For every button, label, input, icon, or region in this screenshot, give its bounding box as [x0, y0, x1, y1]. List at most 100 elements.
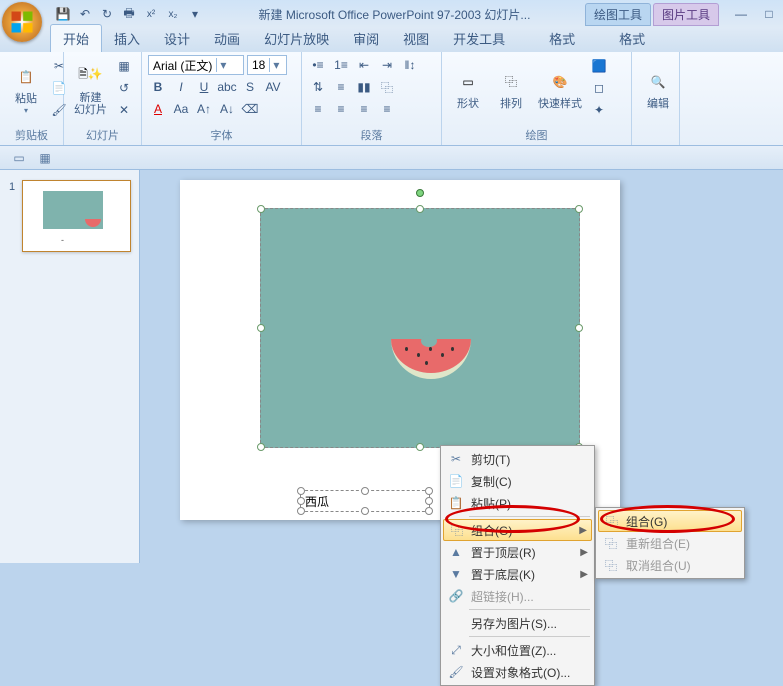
grow-font-button[interactable]: A↑ [194, 99, 214, 119]
ctx-hyperlink: 🔗超链接(H)... [443, 585, 592, 607]
resize-handle-tl[interactable] [257, 205, 265, 213]
resize-handle-mr[interactable] [575, 324, 583, 332]
align-left-button[interactable]: ≡ [308, 99, 328, 119]
tab-animations[interactable]: 动画 [202, 25, 252, 52]
shrink-font-button[interactable]: A↓ [217, 99, 237, 119]
tb-handle-tm[interactable] [361, 487, 369, 495]
bullets-button[interactable]: •≡ [308, 55, 328, 75]
sub-ungroup: ⿻取消组合(U) [598, 554, 742, 576]
line-spacing-button[interactable]: ‖↕ [400, 55, 420, 75]
tb-handle-bl[interactable] [297, 507, 305, 515]
char-spacing-button[interactable]: AV [263, 77, 283, 97]
group-para-label: 段落 [308, 125, 435, 143]
office-button[interactable] [2, 2, 42, 42]
picture-tools-tab[interactable]: 图片工具 [653, 3, 719, 26]
qat-x2sub-icon[interactable]: x₂ [164, 5, 182, 23]
qat-x2-icon[interactable]: x² [142, 5, 160, 23]
quick-access-toolbar: 💾 ↶ ↻ 🖶 x² x₂ ▾ [54, 5, 204, 23]
slide-editor[interactable]: 西瓜 ✂剪切(T) 📄复制(C) 📋粘贴(P) ⿻组合(G)▶ ▲置于顶层(R)… [140, 170, 783, 563]
indent-inc-button[interactable]: ⇥ [377, 55, 397, 75]
align-right-button[interactable]: ≡ [354, 99, 374, 119]
italic-button[interactable]: I [171, 77, 191, 97]
hyperlink-icon: 🔗 [447, 587, 465, 605]
selected-image[interactable] [260, 208, 580, 448]
redo-icon[interactable]: ↻ [98, 5, 116, 23]
justify-button[interactable]: ≡ [377, 99, 397, 119]
convert-smartart-button[interactable]: ⿻ [377, 77, 397, 97]
ctx-copy[interactable]: 📄复制(C) [443, 470, 592, 492]
shapes-button[interactable]: ▭形状 [448, 64, 488, 112]
tb-handle-ml[interactable] [297, 497, 305, 505]
textbox-caption[interactable]: 西瓜 [300, 490, 430, 512]
undo-icon[interactable]: ↶ [76, 5, 94, 23]
shape-fill-button[interactable]: 🟦 [589, 56, 609, 76]
title-bar: 💾 ↶ ↻ 🖶 x² x₂ ▾ 新建 Microsoft Office Powe… [0, 0, 783, 28]
font-name-combo[interactable]: Arial (正文)▾ [148, 55, 244, 75]
align-text-button[interactable]: ≡ [331, 77, 351, 97]
slides-tab-icon[interactable]: ▦ [36, 149, 54, 167]
indent-dec-button[interactable]: ⇤ [354, 55, 374, 75]
ctx-bring-front[interactable]: ▲置于顶层(R)▶ [443, 541, 592, 563]
strike-button[interactable]: abc [217, 77, 237, 97]
underline-button[interactable]: U [194, 77, 214, 97]
ctx-send-back[interactable]: ▼置于底层(K)▶ [443, 563, 592, 585]
ctx-group[interactable]: ⿻组合(G)▶ [443, 519, 592, 541]
resize-handle-bl[interactable] [257, 443, 265, 451]
thumbnail-pane[interactable]: 1 - [0, 170, 140, 563]
clear-format-button[interactable]: ⌫ [240, 99, 260, 119]
rotate-handle[interactable] [416, 189, 424, 197]
contextual-tabs: 绘图工具 图片工具 [585, 3, 719, 26]
resize-handle-tm[interactable] [416, 205, 424, 213]
outline-tab-icon[interactable]: ▭ [10, 149, 28, 167]
ctx-save-as-picture[interactable]: 另存为图片(S)... [443, 612, 592, 634]
resize-handle-ml[interactable] [257, 324, 265, 332]
shadow-button[interactable]: S [240, 77, 260, 97]
font-size-combo[interactable]: 18▾ [247, 55, 287, 75]
tab-home[interactable]: 开始 [50, 24, 102, 52]
bold-button[interactable]: B [148, 77, 168, 97]
text-direction-button[interactable]: ⇅ [308, 77, 328, 97]
tab-design[interactable]: 设计 [152, 25, 202, 52]
tab-developer[interactable]: 开发工具 [441, 25, 517, 52]
paste-button[interactable]: 📋 粘贴 ▾ [6, 59, 46, 116]
tab-slideshow[interactable]: 幻灯片放映 [252, 25, 341, 52]
ctx-paste[interactable]: 📋粘贴(P) [443, 492, 592, 514]
shape-effects-button[interactable]: ✦ [589, 100, 609, 120]
tab-format-picture[interactable]: 格式 [607, 25, 657, 52]
sub-group[interactable]: ⿻组合(G) [598, 510, 742, 532]
change-case-button[interactable]: Aa [171, 99, 191, 119]
columns-button[interactable]: ▮▮ [354, 77, 374, 97]
maximize-button[interactable]: □ [759, 7, 779, 21]
tab-format-drawing[interactable]: 格式 [537, 25, 587, 52]
print-icon[interactable]: 🖶 [120, 5, 138, 23]
tb-handle-br[interactable] [425, 507, 433, 515]
font-color-button[interactable]: A [148, 99, 168, 119]
ctx-cut[interactable]: ✂剪切(T) [443, 448, 592, 470]
ctx-size-position[interactable]: ⤢大小和位置(Z)... [443, 639, 592, 661]
tb-handle-tl[interactable] [297, 487, 305, 495]
tb-handle-bm[interactable] [361, 507, 369, 515]
tb-handle-tr[interactable] [425, 487, 433, 495]
find-button[interactable]: 🔍编辑 [638, 55, 678, 121]
reset-icon[interactable]: ↺ [114, 78, 134, 98]
numbering-button[interactable]: 1≡ [331, 55, 351, 75]
delete-slide-icon[interactable]: ✕ [114, 100, 134, 120]
qat-more-icon[interactable]: ▾ [186, 5, 204, 23]
resize-handle-bm[interactable] [416, 443, 424, 451]
tab-review[interactable]: 审阅 [341, 25, 391, 52]
align-center-button[interactable]: ≡ [331, 99, 351, 119]
shape-outline-button[interactable]: ◻ [589, 78, 609, 98]
resize-handle-tr[interactable] [575, 205, 583, 213]
tb-handle-mr[interactable] [425, 497, 433, 505]
new-slide-button[interactable]: 🗎✨ 新建 幻灯片 [70, 58, 111, 118]
layout-icon[interactable]: ▦ [114, 56, 134, 76]
save-icon[interactable]: 💾 [54, 5, 72, 23]
ctx-format-object[interactable]: 🖌设置对象格式(O)... [443, 661, 592, 683]
minimize-button[interactable]: — [731, 7, 751, 21]
arrange-button[interactable]: ⿻排列 [491, 64, 531, 112]
tab-view[interactable]: 视图 [391, 25, 441, 52]
drawing-tools-tab[interactable]: 绘图工具 [585, 3, 651, 26]
tab-insert[interactable]: 插入 [102, 25, 152, 52]
slide-thumbnail-1[interactable]: 1 - [22, 180, 131, 252]
quick-styles-button[interactable]: 🎨快速样式 [534, 64, 586, 112]
